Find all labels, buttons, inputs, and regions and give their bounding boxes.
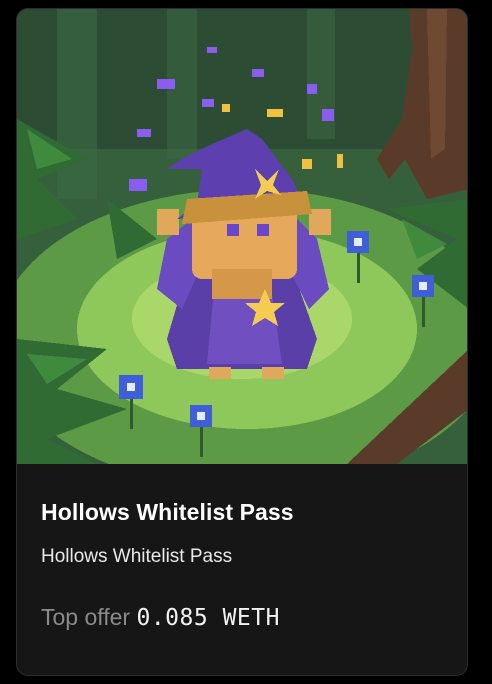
top-offer-value: 0.085 WETH xyxy=(136,605,280,631)
collection-name[interactable]: Hollows Whitelist Pass xyxy=(41,546,447,568)
nft-title[interactable]: Hollows Whitelist Pass xyxy=(41,499,447,526)
nft-card[interactable]: Hollows Whitelist Pass Hollows Whitelist… xyxy=(16,8,468,676)
top-offer: Top offer 0.085 WETH xyxy=(41,604,447,631)
nft-info: Hollows Whitelist Pass Hollows Whitelist… xyxy=(41,499,447,631)
top-offer-label: Top offer xyxy=(41,604,131,630)
nft-artwork-image[interactable] xyxy=(17,9,468,464)
